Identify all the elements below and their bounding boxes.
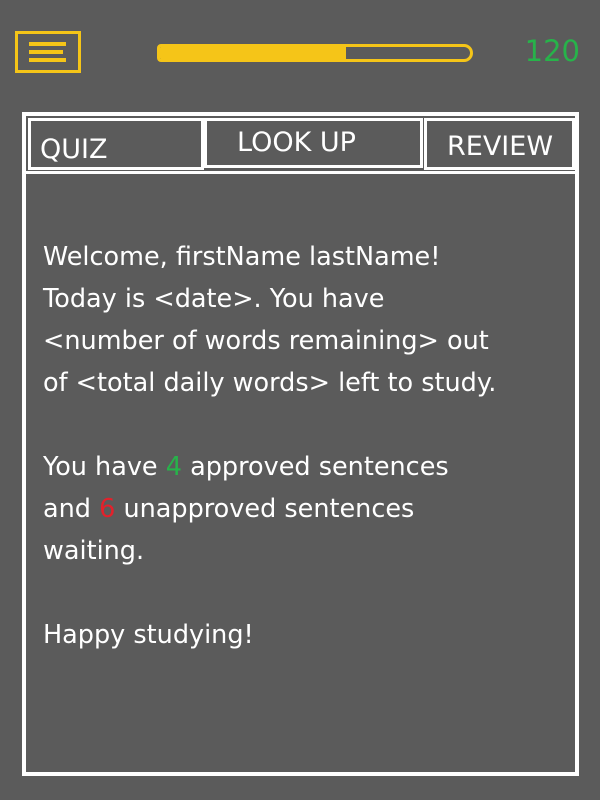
greeting-paragraph: Welcome, firstName lastName! Today is <d… — [43, 236, 563, 404]
tab-look-up[interactable]: LOOK UP — [204, 118, 423, 168]
tab-divider — [26, 171, 575, 174]
approved-count: 4 — [165, 452, 182, 482]
tab-review-label: REVIEW — [447, 131, 554, 162]
unapproved-count: 6 — [99, 494, 116, 524]
hamburger-menu-icon-line — [29, 58, 66, 62]
unapproved-prefix: and — [43, 494, 91, 524]
sentences-paragraph: You have 4 approved sentences and 6 unap… — [43, 446, 563, 572]
closing-paragraph: Happy studying! — [43, 614, 563, 656]
approved-prefix: You have — [43, 452, 158, 482]
remaining-line: <number of words remaining> out — [43, 326, 489, 356]
approved-suffix: approved sentences — [190, 452, 449, 482]
main-panel: QUIZ LOOK UP REVIEW Welcome, firstName l… — [22, 112, 579, 776]
progress-fill — [160, 47, 346, 59]
tab-look-up-label: LOOK UP — [237, 127, 356, 158]
progress-bar — [157, 44, 473, 62]
welcome-line: Welcome, firstName lastName! — [43, 242, 441, 272]
score-counter: 120 — [524, 34, 580, 68]
unapproved-suffix: unapproved sentences — [123, 494, 415, 524]
closing-line: Happy studying! — [43, 620, 254, 650]
hamburger-menu-icon — [29, 42, 66, 46]
welcome-message: Welcome, firstName lastName! Today is <d… — [43, 236, 563, 656]
tab-review[interactable]: REVIEW — [424, 118, 575, 170]
today-line: Today is <date>. You have — [43, 284, 385, 314]
waiting-line: waiting. — [43, 536, 145, 566]
menu-button[interactable] — [15, 31, 81, 73]
tab-quiz-label: QUIZ — [40, 134, 108, 165]
total-line: of <total daily words> left to study. — [43, 368, 497, 398]
tab-quiz[interactable]: QUIZ — [28, 118, 204, 170]
hamburger-menu-icon-line — [29, 50, 63, 54]
